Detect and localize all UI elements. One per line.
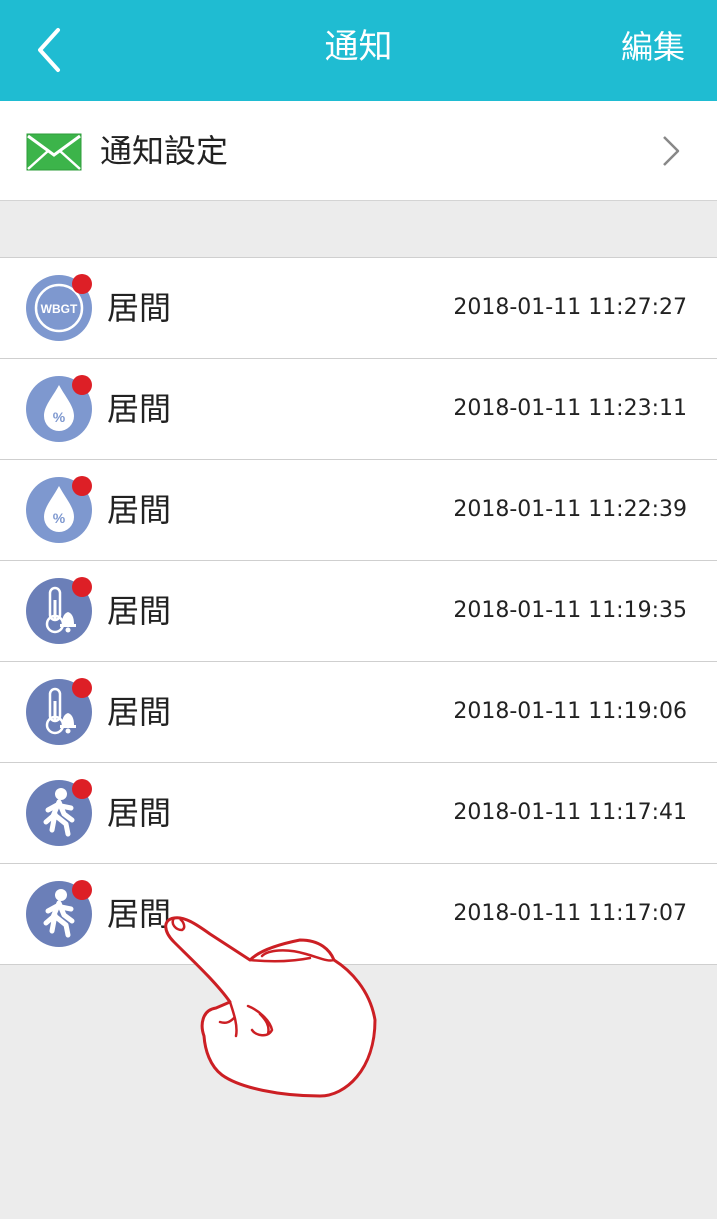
chevron-right-icon <box>663 136 680 166</box>
notification-row[interactable]: % 居間 2018-01-11 11:23:11 <box>0 359 717 460</box>
device-name: 居間 <box>107 491 172 529</box>
notification-time: 2018-01-11 11:17:07 <box>453 901 687 926</box>
svg-text:%: % <box>53 409 66 425</box>
unread-badge <box>72 678 92 698</box>
unread-badge <box>72 577 92 597</box>
notification-row[interactable]: % 居間 2018-01-11 11:22:39 <box>0 460 717 561</box>
unread-badge <box>72 880 92 900</box>
notification-row[interactable]: 居間 2018-01-11 11:17:41 <box>0 763 717 864</box>
notification-list: WBGT 居間 2018-01-11 11:27:27 % 居間 2018-01… <box>0 257 717 965</box>
notification-settings-label: 通知設定 <box>100 132 229 170</box>
notification-time: 2018-01-11 11:17:41 <box>453 800 687 825</box>
unread-badge <box>72 779 92 799</box>
notification-time: 2018-01-11 11:22:39 <box>453 497 687 522</box>
unread-badge <box>72 274 92 294</box>
edit-button[interactable]: 編集 <box>621 24 685 70</box>
device-name: 居間 <box>107 794 172 832</box>
device-name: 居間 <box>107 390 172 428</box>
notification-time: 2018-01-11 11:19:35 <box>453 598 687 623</box>
tap-hand-icon <box>164 916 377 1098</box>
device-name: 居間 <box>107 289 172 327</box>
svg-text:%: % <box>53 510 66 526</box>
unread-badge <box>72 476 92 496</box>
notification-time: 2018-01-11 11:19:06 <box>453 699 687 724</box>
notification-time: 2018-01-11 11:27:27 <box>453 295 687 320</box>
app-header: 通知 編集 <box>0 0 717 101</box>
device-name: 居間 <box>107 693 172 731</box>
device-name: 居間 <box>107 592 172 630</box>
mail-icon <box>26 133 82 171</box>
notification-row[interactable]: 居間 2018-01-11 11:19:06 <box>0 662 717 763</box>
page-title: 通知 <box>324 27 393 67</box>
unread-badge <box>72 375 92 395</box>
notification-row[interactable]: WBGT 居間 2018-01-11 11:27:27 <box>0 258 717 359</box>
svg-text:WBGT: WBGT <box>41 302 78 316</box>
notification-row[interactable]: 居間 2018-01-11 11:19:35 <box>0 561 717 662</box>
notification-settings-row[interactable]: 通知設定 <box>0 101 717 201</box>
notification-time: 2018-01-11 11:23:11 <box>453 396 687 421</box>
